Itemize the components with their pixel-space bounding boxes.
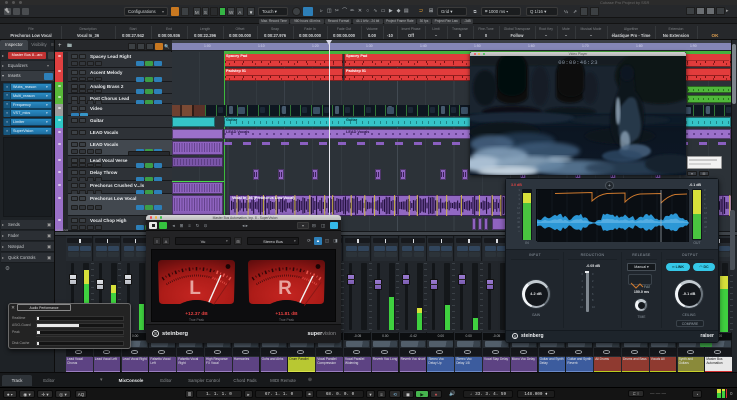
svg-text:R: R	[278, 278, 292, 299]
svg-text:L: L	[189, 278, 201, 299]
svg-text:FAST: FAST	[644, 285, 650, 289]
